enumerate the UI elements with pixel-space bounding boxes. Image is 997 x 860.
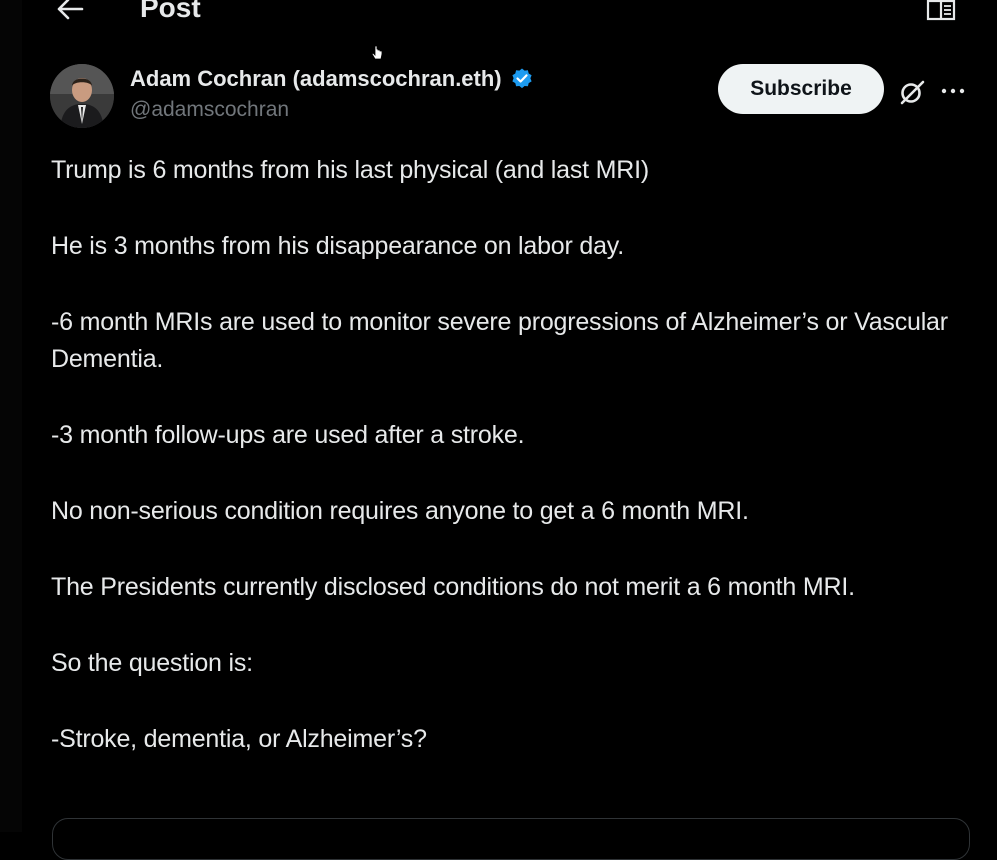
post-paragraph: No non-serious condition requires anyone… bbox=[51, 497, 749, 525]
avatar[interactable] bbox=[50, 64, 114, 128]
post-paragraph: -Stroke, dementia, or Alzheimer’s? bbox=[51, 725, 427, 753]
grok-button[interactable] bbox=[896, 76, 928, 108]
author-name-line: Adam Cochran (adamscochran.eth) bbox=[130, 66, 534, 92]
post-paragraph: The Presidents currently disclosed condi… bbox=[51, 573, 855, 601]
post-view: Post Adam Cochran (adamscochran.eth) @ad… bbox=[22, 0, 997, 860]
window-edge bbox=[0, 0, 22, 832]
post-paragraph: -6 month MRIs are used to monitor severe… bbox=[51, 308, 948, 373]
avatar-image bbox=[50, 64, 114, 128]
post-paragraph: Trump is 6 months from his last physical… bbox=[51, 156, 649, 184]
post-paragraph: So the question is: bbox=[51, 649, 253, 677]
reader-mode-button[interactable] bbox=[925, 0, 957, 24]
post-header: Post bbox=[22, 0, 997, 28]
author-display-name[interactable]: Adam Cochran (adamscochran.eth) bbox=[130, 66, 502, 92]
post-paragraph: He is 3 months from his disappearance on… bbox=[51, 232, 624, 260]
grok-icon bbox=[900, 80, 925, 105]
arrow-left-icon bbox=[57, 0, 84, 20]
more-dots-icon bbox=[941, 88, 965, 94]
author-row: Adam Cochran (adamscochran.eth) @adamsco… bbox=[22, 62, 997, 132]
mouse-pointer-icon bbox=[371, 45, 383, 60]
verified-badge-icon bbox=[510, 67, 534, 91]
subscribe-button[interactable]: Subscribe bbox=[718, 64, 884, 114]
page-title: Post bbox=[140, 0, 201, 23]
post-text: Trump is 6 months from his last physical… bbox=[51, 152, 981, 797]
post-paragraph: -3 month follow-ups are used after a str… bbox=[51, 421, 525, 449]
embedded-card[interactable] bbox=[52, 818, 970, 860]
author-handle[interactable]: @adamscochran bbox=[130, 98, 289, 122]
back-button[interactable] bbox=[52, 0, 88, 24]
more-options-button[interactable] bbox=[936, 76, 970, 106]
reader-mode-icon bbox=[926, 0, 956, 21]
